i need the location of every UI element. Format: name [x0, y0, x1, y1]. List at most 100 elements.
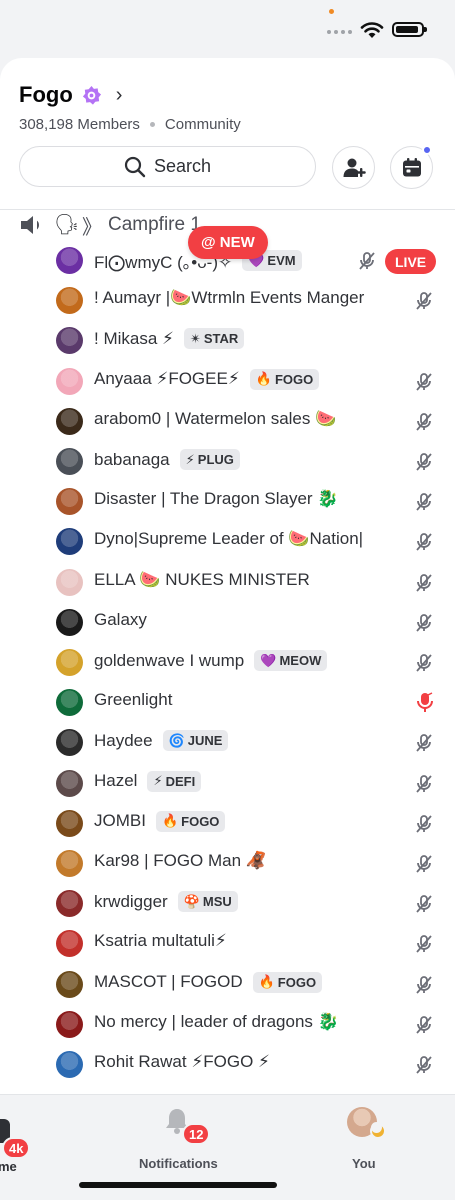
new-mentions-pill[interactable]: @ NEW: [188, 226, 268, 259]
voice-member-row[interactable]: Hazel ⚡ DEFI: [0, 764, 455, 804]
tag-icon: 🍄: [183, 893, 200, 909]
server-tag-badge[interactable]: 🍄 MSU: [177, 891, 238, 913]
member-name-group: Anyaaa ⚡FOGEE⚡ 🔥 FOGO: [94, 368, 320, 390]
channel-name: Campfire 1: [108, 214, 201, 235]
tag-icon: 🔥: [161, 813, 179, 829]
tag-label: FOGO: [277, 974, 317, 990]
voice-member-row[interactable]: ELLA 🍉 NUKES MINISTER: [0, 563, 455, 603]
idle-moon-icon: [370, 1122, 386, 1139]
muted-mic-icon: [414, 653, 434, 673]
search-icon: [124, 156, 146, 177]
muted-mic-icon: [414, 894, 434, 914]
avatar: [56, 528, 83, 556]
server-tag-badge[interactable]: ⚡ PLUG: [179, 449, 240, 470]
server-tag-badge[interactable]: 💜 MEOW: [254, 650, 328, 671]
stage-channel-icon: [21, 216, 39, 234]
privacy-indicator-dot: [329, 9, 334, 14]
voice-member-row[interactable]: babanaga ⚡ PLUG: [0, 442, 455, 482]
avatar: [56, 1010, 83, 1038]
server-boost-icon: [82, 85, 101, 105]
voice-member-row[interactable]: Rohit Rawat ⚡FOGO ⚡: [0, 1045, 455, 1085]
nav-you-tab[interactable]: You: [340, 1107, 400, 1171]
muted-mic-icon: [414, 1015, 434, 1035]
voice-member-row[interactable]: Disaster | The Dragon Slayer 🐉: [0, 482, 455, 522]
server-header: Fogo › 308,198 Members Community Search: [0, 58, 455, 211]
muted-mic-icon: [414, 814, 434, 834]
member-name-group: Hazel ⚡ DEFI: [94, 770, 202, 792]
muted-mic-icon: [414, 532, 434, 552]
voice-member-row[interactable]: goldenwave I wump 💜 MEOW: [0, 643, 455, 683]
voice-member-row[interactable]: Haydee 🌀 JUNE: [0, 723, 455, 763]
server-sheet: Fogo › 308,198 Members Community Search: [0, 58, 455, 1100]
voice-member-row[interactable]: Ksatria multatuli⚡: [0, 924, 455, 964]
header-divider: [0, 209, 455, 210]
voice-member-row[interactable]: krwdigger 🍄 MSU: [0, 884, 455, 924]
voice-member-row[interactable]: ! Mikasa ⚡ ✴ STAR: [0, 321, 455, 361]
voice-member-row[interactable]: Anyaaa ⚡FOGEE⚡ 🔥 FOGO: [0, 362, 455, 402]
member-count: 308,198 Members: [19, 116, 140, 133]
member-name: Anyaaa ⚡FOGEE⚡: [94, 369, 240, 389]
member-name: ! Mikasa ⚡: [94, 328, 174, 348]
tag-icon: ⚡: [185, 451, 195, 467]
member-name-group: Rohit Rawat ⚡FOGO ⚡: [94, 1052, 270, 1072]
member-name: krwdigger: [94, 891, 168, 911]
voice-member-row[interactable]: Kar98 | FOGO Man 🦧: [0, 844, 455, 884]
chevron-right-icon: ›: [115, 84, 123, 106]
live-badge[interactable]: LIVE: [385, 249, 437, 274]
avatar: [56, 769, 83, 797]
invite-members-button[interactable]: [332, 146, 375, 189]
member-name-group: ! Aumayr |🍉Wtrmln Events Manger: [94, 288, 364, 308]
server-title-button[interactable]: Fogo ›: [19, 82, 122, 108]
voice-member-row[interactable]: arabom0 | Watermelon sales 🍉: [0, 402, 455, 442]
member-name-group: Dyno|Supreme Leader of 🍉Nation|: [94, 529, 363, 549]
double-chevron-icon: 》: [82, 217, 102, 239]
server-tag-badge[interactable]: 🔥 FOGO: [252, 971, 323, 993]
search-button[interactable]: Search: [19, 146, 316, 187]
server-type: Community: [164, 116, 241, 133]
server-tag-badge[interactable]: ✴ STAR: [183, 328, 245, 350]
add-user-icon: [343, 158, 366, 177]
server-muted-mic-icon: [416, 692, 434, 713]
muted-mic-icon: [414, 492, 434, 512]
member-name-group: Kar98 | FOGO Man 🦧: [94, 851, 267, 871]
member-name: goldenwave I wump: [94, 650, 245, 670]
voice-member-row[interactable]: ! Aumayr |🍉Wtrmln Events Manger: [0, 281, 455, 321]
member-name: JOMBI: [94, 811, 146, 831]
avatar: [56, 890, 83, 918]
you-label: You: [352, 1156, 376, 1171]
voice-member-row[interactable]: JOMBI 🔥 FOGO: [0, 804, 455, 844]
status-bar: [0, 0, 455, 58]
member-name: Disaster | The Dragon Slayer 🐉: [94, 489, 339, 509]
home-label: me: [0, 1159, 17, 1174]
member-name-group: MASCOT | FOGOD 🔥 FOGO: [94, 971, 323, 993]
voice-member-row[interactable]: Dyno|Supreme Leader of 🍉Nation|: [0, 522, 455, 562]
avatar: [56, 448, 83, 475]
member-name-group: Galaxy: [94, 610, 147, 630]
tag-icon: ⚡: [153, 773, 163, 789]
server-meta: 308,198 Members Community: [19, 116, 241, 133]
server-tag-badge[interactable]: ⚡ DEFI: [147, 770, 202, 792]
home-badge: 4k: [2, 1137, 31, 1159]
server-tag-badge[interactable]: 🌀 JUNE: [162, 730, 229, 752]
tag-label: FOGO: [274, 371, 314, 387]
nav-notifications-tab[interactable]: 12 Notifications: [128, 1107, 228, 1171]
member-name: Ksatria multatuli⚡: [94, 931, 227, 951]
voice-member-row[interactable]: MASCOT | FOGOD 🔥 FOGO: [0, 965, 455, 1005]
muted-mic-icon: [414, 573, 434, 593]
muted-mic-icon: [414, 291, 434, 311]
nav-home-tab[interactable]: 4k me: [0, 1109, 40, 1174]
voice-member-row[interactable]: No mercy | leader of dragons 🐉: [0, 1005, 455, 1045]
voice-member-row[interactable]: Galaxy: [0, 603, 455, 643]
avatar: [56, 608, 83, 636]
tag-label: EVM: [267, 253, 296, 268]
server-tag-badge[interactable]: 🔥 FOGO: [249, 368, 320, 390]
events-button[interactable]: [390, 145, 433, 189]
avatar: [56, 488, 83, 516]
muted-mic-icon: [414, 452, 434, 472]
avatar: [56, 247, 83, 274]
server-name: Fogo: [19, 82, 73, 107]
server-tag-badge[interactable]: 🔥 FOGO: [155, 810, 226, 832]
tag-icon: 🔥: [255, 371, 272, 387]
tag-label: MEOW: [279, 653, 322, 668]
voice-member-row[interactable]: Greenlight: [0, 683, 455, 723]
